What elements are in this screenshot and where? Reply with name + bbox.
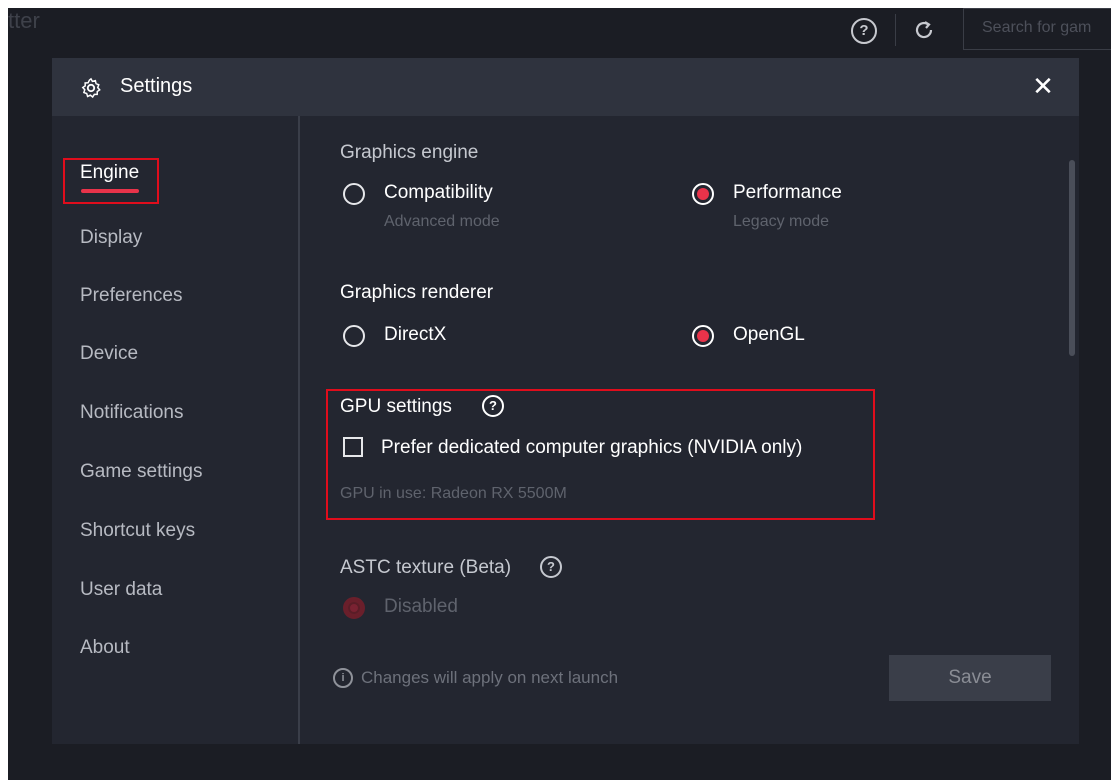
gpu-help-icon[interactable]: ? (482, 395, 504, 417)
sidebar-item-notifications[interactable]: Notifications (80, 402, 184, 424)
sidebar-item-preferences[interactable]: Preferences (80, 285, 182, 307)
radio-directx[interactable] (343, 325, 365, 347)
sidebar-item-shortcut-keys[interactable]: Shortcut keys (80, 520, 195, 542)
radio-opengl[interactable] (692, 325, 714, 347)
screen-edge-top (0, 0, 1111, 8)
opengl-label[interactable]: OpenGL (733, 324, 805, 346)
close-button[interactable]: ✕ (1028, 72, 1058, 102)
gpu-in-use-text: GPU in use: Radeon RX 5500M (340, 485, 567, 502)
prefer-dedicated-gpu-checkbox[interactable] (343, 437, 363, 457)
info-icon: i (333, 668, 353, 688)
sidebar-item-display[interactable]: Display (80, 227, 142, 249)
prefer-dedicated-gpu-label[interactable]: Prefer dedicated computer graphics (NVID… (381, 437, 802, 459)
astc-disabled-label: Disabled (384, 596, 458, 617)
sidebar-item-game-settings[interactable]: Game settings (80, 461, 203, 483)
gear-icon (81, 77, 101, 99)
restart-note: Changes will apply on next launch (361, 668, 619, 687)
background-app-title: tter (8, 8, 40, 33)
radio-astc-disabled (343, 597, 365, 619)
performance-label[interactable]: Performance (733, 182, 842, 204)
save-button[interactable]: Save (889, 655, 1051, 701)
help-circle-icon[interactable]: ? (851, 18, 877, 44)
sidebar-item-about[interactable]: About (80, 637, 130, 659)
topbar-divider (895, 14, 896, 46)
gpu-settings-label: GPU settings (340, 396, 452, 417)
compatibility-label[interactable]: Compatibility (384, 182, 493, 204)
sidebar-divider (298, 116, 300, 744)
refresh-icon[interactable] (912, 18, 936, 42)
astc-texture-label: ASTC texture (Beta) (340, 557, 512, 578)
sidebar-item-user-data[interactable]: User data (80, 579, 162, 601)
highlight-box-engine (63, 158, 159, 204)
dialog-header: Settings ✕ (52, 58, 1079, 116)
graphics-engine-label: Graphics engine (340, 142, 479, 163)
astc-help-icon[interactable]: ? (540, 556, 562, 578)
search-input[interactable]: Search for gam (963, 8, 1111, 50)
dialog-title: Settings (120, 75, 193, 97)
graphics-renderer-label: Graphics renderer (340, 282, 494, 303)
directx-label[interactable]: DirectX (384, 324, 446, 346)
content-scrollbar[interactable] (1069, 160, 1075, 356)
compatibility-sublabel: Advanced mode (384, 213, 500, 230)
screen-edge-left (0, 0, 8, 780)
radio-compatibility[interactable] (343, 183, 365, 205)
sidebar-item-device[interactable]: Device (80, 343, 138, 365)
performance-sublabel: Legacy mode (733, 213, 830, 230)
radio-performance[interactable] (692, 183, 714, 205)
